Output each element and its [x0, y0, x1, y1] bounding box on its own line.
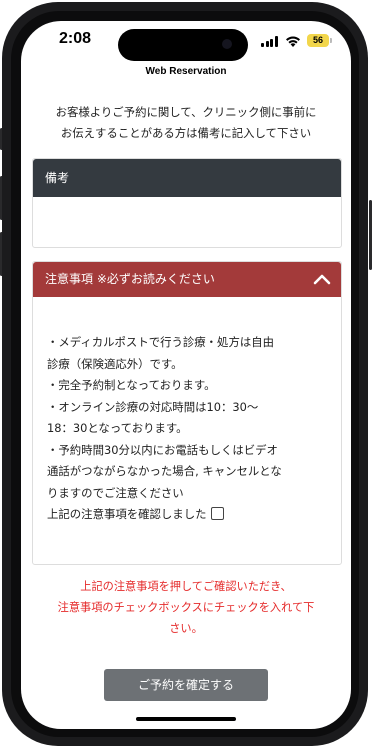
notes-line: ・完全予約制となっております。 — [47, 378, 216, 392]
home-indicator[interactable] — [136, 717, 236, 721]
notes-line: ・オンライン診療の対応時間は10：30〜 — [47, 399, 259, 414]
notes-body: ・メディカルポストで行う診療・処方は自由 診療（保険適応外）です。 ・完全予約制… — [47, 332, 332, 504]
remarks-instruction-line: お客様よりご予約に関して、クリニック側に事前に — [55, 105, 317, 119]
notes-line: 診療（保険適応外）です。 — [47, 356, 183, 371]
status-time: 2:08 — [59, 30, 92, 47]
notes-card: 注意事項 ※必ずお読みください ・メディカルポストで行う診療・処方は自由 診療（… — [32, 261, 342, 565]
notes-line: 18：30となっております。 — [47, 421, 188, 435]
battery-indicator: 56 — [307, 34, 329, 47]
phone-screen: 2:08 56 Web Reservation お客様よりご予約に関して、クリニ… — [21, 21, 351, 729]
warning-message: 上記の注意事項を押してご確認いただき、 注意事項のチェックボックスにチェックを入… — [25, 576, 347, 639]
notes-line: 通話がつながらなかった場合, キャンセルとな — [47, 464, 282, 478]
camera-icon — [222, 39, 232, 49]
notes-line: ・メディカルポストで行う診療・処方は自由 — [47, 335, 275, 349]
page-header-title: Web Reservation — [145, 66, 227, 77]
remarks-instruction: お客様よりご予約に関して、クリニック側に事前に お伝えすることがある方は備考に記… — [25, 102, 347, 144]
notes-panel-header[interactable]: 注意事項 ※必ずお読みください — [33, 262, 341, 297]
wifi-icon — [286, 36, 300, 47]
cellular-signal-icon — [261, 36, 279, 47]
confirm-notes-row[interactable]: 上記の注意事項を確認しました — [47, 506, 225, 522]
notes-line: りますのでご注意ください — [47, 485, 184, 500]
confirm-reservation-button[interactable]: ご予約を確定する — [104, 669, 268, 701]
confirm-notes-checkbox[interactable] — [211, 507, 225, 520]
warning-line: 注意事項のチェックボックスにチェックを入れて下 — [57, 601, 315, 614]
confirm-notes-label: 上記の注意事項を確認しました — [47, 507, 207, 521]
remarks-label: 備考 — [33, 159, 341, 197]
warning-line: 上記の注意事項を押してご確認いただき、 — [80, 580, 292, 593]
reservation-content[interactable]: お客様よりご予約に関して、クリニック側に事前に お伝えすることがある方は備考に記… — [21, 85, 351, 729]
remarks-textarea[interactable] — [33, 197, 341, 247]
battery-tip — [330, 38, 332, 43]
warning-line: さい。 — [169, 622, 203, 635]
notes-line: ・予約時間30分以内にお電話もしくはビデオ — [47, 442, 278, 457]
phone-frame: 2:08 56 Web Reservation お客様よりご予約に関して、クリニ… — [0, 0, 372, 750]
remarks-instruction-line: お伝えすることがある方は備考に記入して下さい — [60, 126, 312, 140]
dynamic-island — [118, 29, 248, 61]
chevron-up-icon[interactable] — [313, 272, 331, 286]
notes-panel-title: 注意事項 ※必ずお読みください — [45, 272, 215, 286]
status-bar: 2:08 56 — [21, 21, 351, 65]
remarks-card: 備考 — [32, 158, 342, 248]
